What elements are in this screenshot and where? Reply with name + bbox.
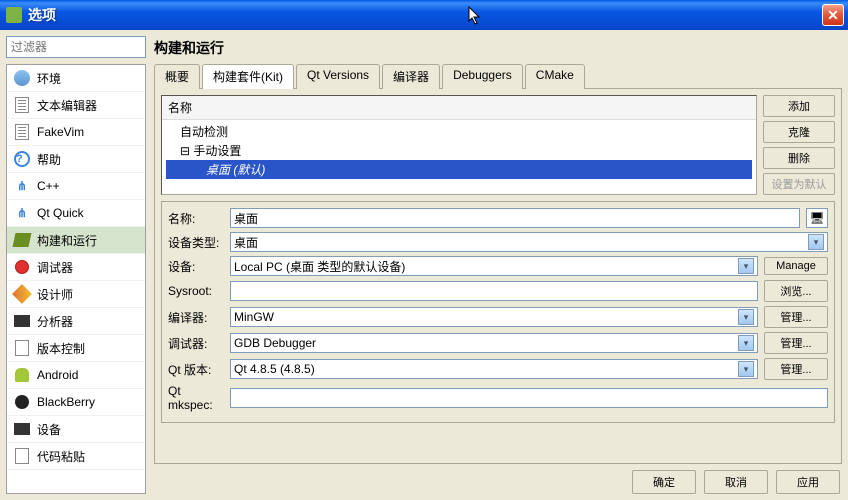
category-label: 构建和运行 (37, 232, 97, 249)
browse-sysroot-button[interactable]: 浏览... (764, 280, 828, 302)
remove-button[interactable]: 删除 (763, 147, 835, 169)
category-label: BlackBerry (37, 395, 95, 409)
compiler-select[interactable]: MinGW▾ (230, 307, 758, 327)
category-item[interactable]: 代码粘贴 (7, 443, 145, 470)
cpp-icon: ⋔ (13, 177, 31, 195)
set-default-button: 设置为默认 (763, 173, 835, 195)
category-label: 文本编辑器 (37, 97, 97, 114)
filter-input[interactable] (6, 36, 146, 58)
kit-form: 名称: 🖥 设备类型: 桌面▾ 设备: Local PC (桌面 类型的默认设备… (161, 201, 835, 423)
manage-device-button[interactable]: Manage (764, 257, 828, 275)
category-item[interactable]: BlackBerry (7, 389, 145, 416)
tree-node[interactable]: 自动检测 (166, 122, 752, 141)
tab-bar: 概要构建套件(Kit)Qt Versions编译器DebuggersCMake (154, 64, 842, 89)
category-item[interactable]: 分析器 (7, 308, 145, 335)
tab[interactable]: 概要 (154, 64, 200, 89)
mkspec-label: Qt mkspec: (168, 384, 224, 412)
category-label: 代码粘贴 (37, 448, 85, 465)
name-label: 名称: (168, 210, 224, 227)
debugger-select[interactable]: GDB Debugger▾ (230, 333, 758, 353)
category-item[interactable]: 设计师 (7, 281, 145, 308)
name-input[interactable] (230, 208, 800, 228)
category-label: FakeVim (37, 125, 84, 139)
tree-node[interactable]: ⊟ 手动设置 (166, 141, 752, 160)
category-item[interactable]: ? 帮助 (7, 146, 145, 173)
design-icon (13, 285, 31, 303)
cpp-icon: ⋔ (13, 204, 31, 222)
category-label: Android (37, 368, 78, 382)
app-icon (6, 7, 22, 23)
sysroot-label: Sysroot: (168, 284, 224, 298)
build-icon (13, 231, 31, 249)
chevron-down-icon: ▾ (738, 361, 754, 377)
category-label: C++ (37, 179, 60, 193)
category-list: 环境文本编辑器 FakeVim? 帮助 ⋔ C++ ⋔ Qt Quick 构建和运行调试器设计… (6, 64, 146, 494)
vcs-icon (13, 339, 31, 357)
manage-debugger-button[interactable]: 管理... (764, 332, 828, 354)
chevron-down-icon: ▾ (738, 309, 754, 325)
device-select[interactable]: Local PC (桌面 类型的默认设备)▾ (230, 256, 758, 276)
category-label: 帮助 (37, 151, 61, 168)
ok-button[interactable]: 确定 (632, 470, 696, 494)
category-label: 调试器 (37, 259, 73, 276)
category-item[interactable]: 文本编辑器 (7, 92, 145, 119)
tree-node[interactable]: 桌面 (默认) (166, 160, 752, 179)
text-icon (13, 96, 31, 114)
add-button[interactable]: 添加 (763, 95, 835, 117)
chevron-down-icon: ▾ (738, 335, 754, 351)
kits-tree[interactable]: 名称 自动检测⊟ 手动设置桌面 (默认) (161, 95, 757, 195)
category-label: 环境 (37, 70, 61, 87)
sysroot-input[interactable] (230, 281, 758, 301)
page-title: 构建和运行 (154, 36, 842, 64)
android-icon (13, 366, 31, 384)
device-icon (13, 420, 31, 438)
category-item[interactable]: FakeVim (7, 119, 145, 146)
category-label: 版本控制 (37, 340, 85, 357)
chevron-down-icon: ▾ (808, 234, 824, 250)
category-item[interactable]: Android (7, 362, 145, 389)
help-icon: ? (13, 150, 31, 168)
category-item[interactable]: 环境 (7, 65, 145, 92)
category-label: Qt Quick (37, 206, 84, 220)
window-title: 选项 (28, 5, 822, 25)
name-icon-button[interactable]: 🖥 (806, 208, 828, 228)
text-icon (13, 123, 31, 141)
category-label: 设计师 (37, 286, 73, 303)
device-type-select[interactable]: 桌面▾ (230, 232, 828, 252)
clone-button[interactable]: 克隆 (763, 121, 835, 143)
apply-button[interactable]: 应用 (776, 470, 840, 494)
tree-header-name: 名称 (162, 96, 756, 120)
analyzer-icon (13, 312, 31, 330)
device-label: 设备: (168, 258, 224, 275)
category-label: 设备 (37, 421, 61, 438)
tab[interactable]: Qt Versions (296, 64, 380, 89)
chevron-down-icon: ▾ (738, 258, 754, 274)
debugger-label: 调试器: (168, 335, 224, 352)
debug-icon (13, 258, 31, 276)
close-button[interactable]: ✕ (822, 4, 844, 26)
title-bar: 选项 ✕ (0, 0, 848, 30)
qtversion-select[interactable]: Qt 4.8.5 (4.8.5)▾ (230, 359, 758, 379)
category-label: 分析器 (37, 313, 73, 330)
qtversion-label: Qt 版本: (168, 361, 224, 378)
category-item[interactable]: 构建和运行 (7, 227, 145, 254)
cancel-button[interactable]: 取消 (704, 470, 768, 494)
env-icon (13, 69, 31, 87)
manage-qtversion-button[interactable]: 管理... (764, 358, 828, 380)
tab[interactable]: Debuggers (442, 64, 523, 89)
tab[interactable]: CMake (525, 64, 585, 89)
mkspec-input[interactable] (230, 388, 828, 408)
category-item[interactable]: ⋔ C++ (7, 173, 145, 200)
category-item[interactable]: 设备 (7, 416, 145, 443)
manage-compiler-button[interactable]: 管理... (764, 306, 828, 328)
category-item[interactable]: ⋔ Qt Quick (7, 200, 145, 227)
bb-icon (13, 393, 31, 411)
category-item[interactable]: 调试器 (7, 254, 145, 281)
compiler-label: 编译器: (168, 309, 224, 326)
category-item[interactable]: 版本控制 (7, 335, 145, 362)
paste-icon (13, 447, 31, 465)
tab[interactable]: 编译器 (382, 64, 440, 89)
tab[interactable]: 构建套件(Kit) (202, 64, 294, 89)
device-type-label: 设备类型: (168, 234, 224, 251)
